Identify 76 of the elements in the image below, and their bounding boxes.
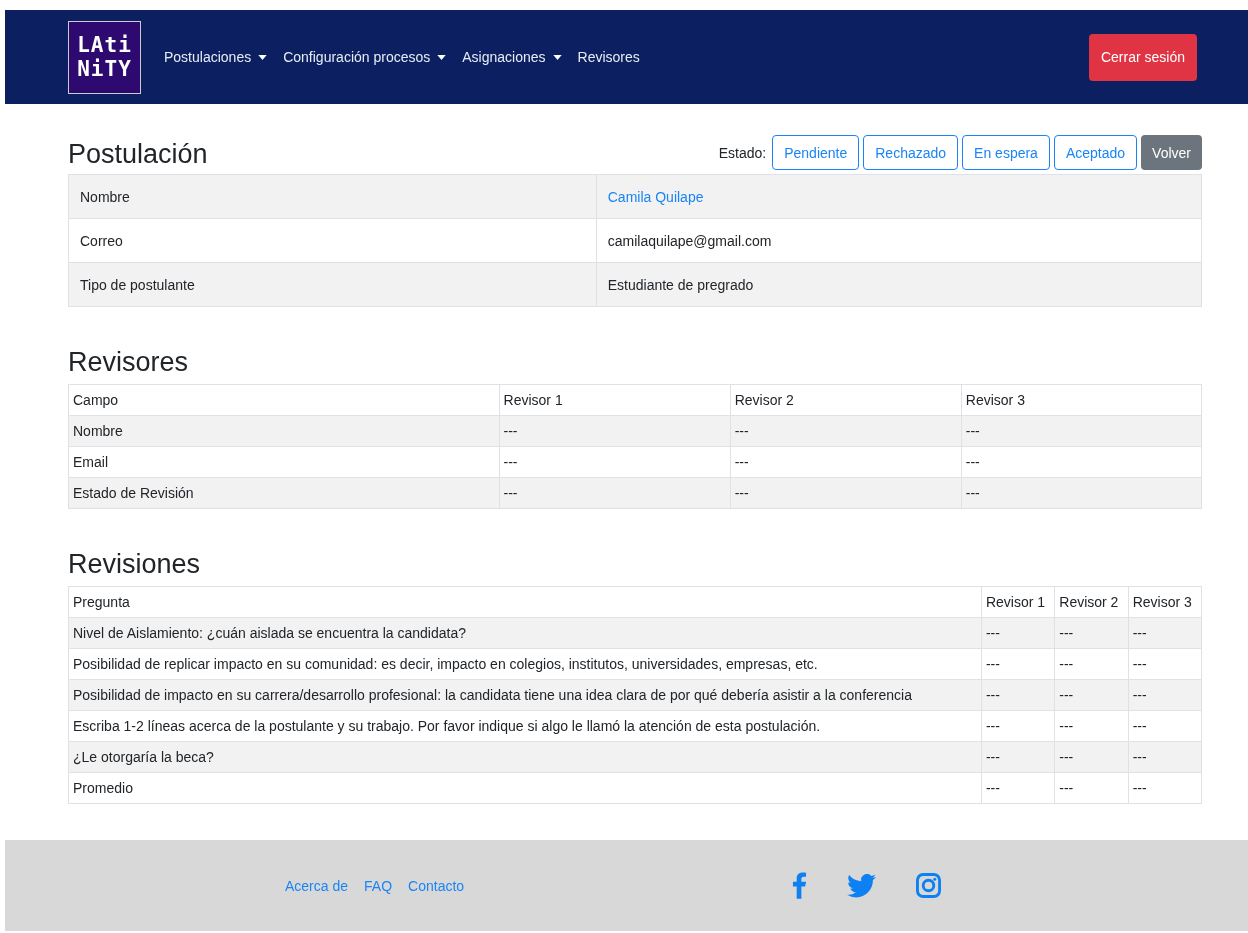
table-cell: --- — [1128, 710, 1202, 742]
table-cell: Posibilidad de impacto en su carrera/desarrollo profesional: la candidata tiene una idea clara de por qué debería asistir a la conferencia — [68, 679, 982, 711]
table-cell: --- — [730, 415, 962, 447]
table-cell: --- — [730, 446, 962, 478]
table-cell: --- — [1054, 617, 1129, 649]
facebook-icon[interactable] — [792, 872, 807, 899]
caret-icon — [258, 54, 268, 60]
table-cell: Estado de Revisión — [68, 477, 500, 509]
status-button[interactable]: En espera — [962, 135, 1050, 170]
column-header: Revisor 1 — [981, 586, 1055, 618]
footer-link[interactable]: FAQ — [364, 877, 393, 894]
footer-link[interactable]: Acerca de — [285, 877, 349, 894]
section-title: Postulación — [68, 139, 208, 170]
table-cell: --- — [981, 648, 1055, 680]
table-cell: --- — [1128, 617, 1202, 649]
table-cell: Nombre — [68, 174, 597, 219]
table-cell: Estudiante de pregrado — [596, 262, 1202, 307]
table-cell: --- — [1054, 679, 1129, 711]
caret-icon — [437, 54, 447, 60]
table-cell: --- — [961, 446, 1202, 478]
section-title: Revisiones — [68, 549, 202, 580]
table-cell: Escriba 1-2 líneas acerca de la postulante y su trabajo. Por favor indique si algo le llamó la atención de esta postulación. — [68, 710, 982, 742]
logo-text: NiTY — [77, 57, 132, 81]
dropdown-menu-link[interactable]: Configuración procesos — [283, 49, 447, 65]
column-header: Revisor 2 — [1054, 586, 1129, 618]
logout-button[interactable]: Cerrar sesión — [1088, 33, 1197, 81]
back-button[interactable]: Volver — [1141, 135, 1202, 170]
table-cell: Posibilidad de replicar impacto en su comunidad: es decir, impacto en colegios, institutos, universidades, empresas, etc. — [68, 648, 982, 680]
column-header: Revisor 3 — [961, 384, 1202, 416]
table-cell: --- — [981, 617, 1055, 649]
table-cell: --- — [961, 415, 1202, 447]
table-cell: --- — [981, 679, 1055, 711]
caret-icon — [552, 54, 562, 60]
table-cell: --- — [499, 446, 731, 478]
status-label: Estado: — [718, 144, 767, 161]
status-button[interactable]: Rechazado — [863, 135, 959, 170]
table-cell: camilaquilape@gmail.com — [596, 218, 1202, 263]
status-button[interactable]: Pendiente — [772, 135, 860, 170]
table-cell: --- — [730, 477, 962, 509]
column-header: Campo — [68, 384, 500, 416]
table-cell: --- — [1128, 679, 1202, 711]
table-cell: Nombre — [68, 415, 500, 447]
table-cell: --- — [1054, 710, 1129, 742]
dropdown-menu-link[interactable]: Postulaciones — [164, 49, 268, 65]
column-header: Pregunta — [68, 586, 982, 618]
table-cell: Email — [68, 446, 500, 478]
table-cell: --- — [1128, 772, 1202, 804]
table-cell: Correo — [68, 218, 597, 263]
status-button[interactable]: Aceptado — [1053, 135, 1138, 170]
bird-icon[interactable] — [847, 873, 876, 898]
table-cell: --- — [961, 477, 1202, 509]
section-title: Revisores — [68, 347, 190, 378]
dropdown-menu-link[interactable]: Asignaciones — [462, 49, 562, 65]
table-cell: --- — [1128, 741, 1202, 773]
table-cell: --- — [981, 772, 1055, 804]
table-cell: --- — [1054, 648, 1129, 680]
column-header: Revisor 1 — [499, 384, 731, 416]
table-cell: --- — [1128, 648, 1202, 680]
table-cell: --- — [1054, 772, 1129, 804]
table-cell: --- — [499, 415, 731, 447]
table-cell: --- — [981, 710, 1055, 742]
table-cell: Nivel de Aislamiento: ¿cuán aislada se encuentra la candidata? — [68, 617, 982, 649]
table-cell: ¿Le otorgaría la beca? — [68, 741, 982, 773]
table-cell: --- — [1054, 741, 1129, 773]
table-cell: --- — [981, 741, 1055, 773]
footer-link[interactable]: Contacto — [408, 877, 465, 894]
table-cell: --- — [499, 477, 731, 509]
camera-icon[interactable] — [916, 873, 941, 898]
column-header: Revisor 3 — [1128, 586, 1202, 618]
table-cell: Promedio — [68, 772, 982, 804]
menu-link[interactable]: Revisores — [577, 49, 640, 65]
table-cell: Tipo de postulante — [68, 262, 597, 307]
logo[interactable]: LAti NiTY — [68, 20, 141, 94]
logo-text: LAti — [77, 33, 132, 57]
column-header: Revisor 2 — [730, 384, 962, 416]
name-link[interactable]: Camila Quilape — [607, 188, 704, 205]
